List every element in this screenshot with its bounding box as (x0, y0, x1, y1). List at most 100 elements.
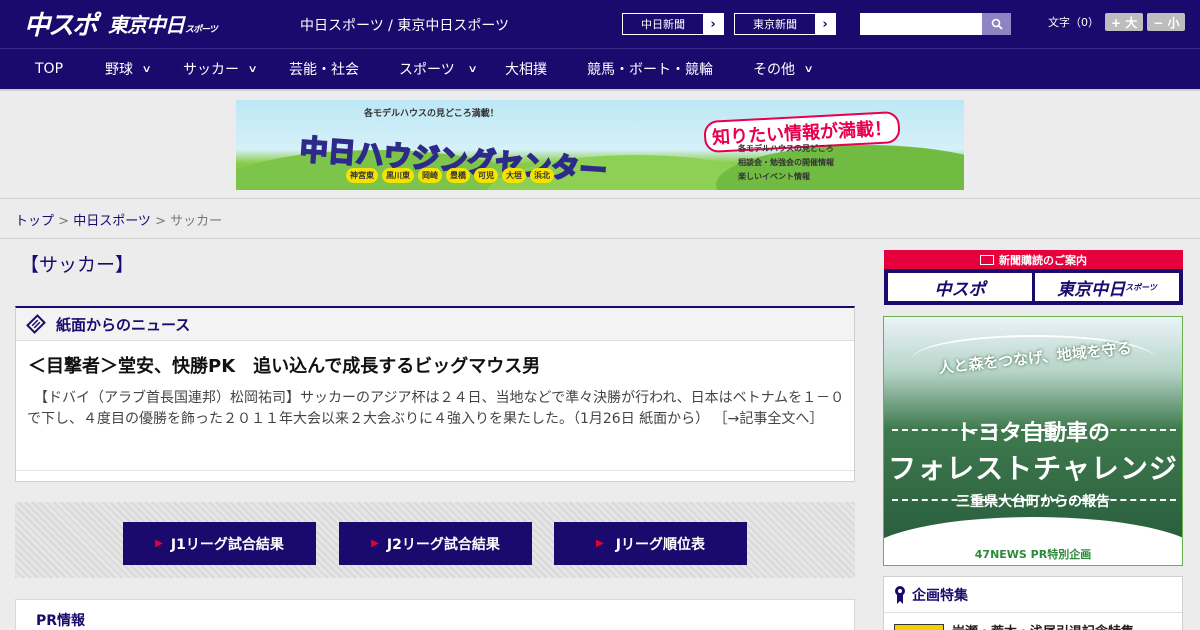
site-logo[interactable]: 中スポ 東京中日スポーツ (24, 8, 218, 41)
nav-label: 競馬・ボート・競輪 (587, 62, 713, 78)
nav-label: 野球 (105, 62, 133, 78)
feature-item-label: 岩瀬・荒木・浅尾引退記念特集 (952, 621, 1134, 630)
news-divider (16, 470, 854, 471)
chevron-right-icon: › (815, 14, 835, 34)
triangle-right-icon: ▶ (371, 538, 379, 549)
article-more-link[interactable]: ［→記事全文へ］ (714, 411, 824, 427)
ad-company: トヨタ自動車の (955, 421, 1110, 446)
ad-headline: フォレストチャレンジ (888, 452, 1178, 485)
breadcrumb-separator: > (150, 214, 171, 229)
feature-title: 企画特集 (912, 587, 968, 604)
chevron-down-icon: ∨ (141, 63, 152, 75)
pr-box: PR情報 (15, 599, 855, 630)
nav-label: 芸能・社会 (289, 62, 359, 78)
ad-report: 三重県大台町からの報告 (956, 494, 1110, 510)
subscription-title: 新聞購読のご案内 (999, 253, 1087, 267)
breadcrumb-divider (0, 238, 1200, 239)
subscribe-chuspo-logo[interactable]: 中スポ (888, 273, 1032, 301)
banner-info: 各モデルハウスの見どころ 相談会・勉強会の開催情報 楽しいイベント情報 (738, 142, 834, 184)
housing-center-ad[interactable]: 各モデルハウスの見どころ満載！ 中日ハウジングセンター 神宮東 黒川東 岡崎 豊… (236, 100, 964, 190)
nav-item-racing[interactable]: 競馬・ボート・競輪 (587, 49, 713, 89)
font-size-label: 文字（0） (1048, 16, 1099, 29)
ribbon-badge-icon (895, 585, 905, 604)
j2-results-label: J2リーグ試合結果 (386, 536, 500, 553)
breadcrumb-chunichi-sports[interactable]: 中日スポーツ (73, 214, 151, 229)
banner-city: 浜北 (530, 168, 554, 183)
subscribe-tokyo-logo[interactable]: 東京中日 スポーツ (1035, 273, 1179, 301)
banner-city: 可児 (474, 168, 498, 183)
tokyo-shimbun-label: 東京新聞 (753, 18, 797, 31)
triangle-right-icon: ▶ (596, 538, 604, 549)
font-smaller-button[interactable]: − 小 (1147, 13, 1186, 31)
breadcrumb: トップ > 中日スポーツ > サッカー (15, 210, 222, 229)
banner-city: 大垣 (502, 168, 526, 183)
nav-item-entertainment[interactable]: 芸能・社会 (289, 49, 359, 89)
banner-city: 豊橋 (446, 168, 470, 183)
chevron-down-icon: ∨ (803, 63, 814, 75)
news-box: 紙面からのニュース ＜目撃者＞堂安、快勝PK 追い込んで成長するビッグマウス男 … (15, 306, 855, 482)
main-nav: TOP 野球 ∨ サッカー ∨ 芸能・社会 スポーツ ∨ 大相撲 競馬・ボート・競輪 … (0, 48, 1200, 89)
banner-info-line: 相談会・勉強会の開催情報 (738, 158, 834, 167)
news-section-header: 紙面からのニュース (16, 308, 854, 341)
chunichi-shimbun-label: 中日新聞 (641, 18, 685, 31)
nav-item-sports[interactable]: スポーツ ∨ (399, 49, 478, 89)
banner-info-line: 楽しいイベント情報 (738, 172, 810, 181)
ticket-icon (980, 254, 994, 265)
page-title: 【サッカー】 (20, 254, 135, 276)
newspaper-icon (26, 314, 46, 334)
feature-item[interactable]: 岩瀬・荒木・浅尾引退記念特集 (894, 621, 1134, 630)
forest-challenge-ad[interactable]: 人と森をつなげ、地域を守る トヨタ自動車の フォレストチャレンジ 三重県大台町か… (883, 316, 1183, 566)
chevron-down-icon: ∨ (247, 63, 258, 75)
chunichi-shimbun-button[interactable]: 中日新聞 › (622, 13, 724, 35)
search-icon (991, 18, 1003, 30)
j1-results-button[interactable]: ▶ J1リーグ試合結果 (123, 522, 316, 565)
article-body: 【ドバイ（アラブ首長国連邦）松岡祐司】サッカーのアジア杯は２４日、当地などで準々… (27, 388, 847, 430)
subscription-box[interactable]: 新聞購読のご案内 中スポ 東京中日 スポーツ (884, 250, 1183, 305)
banner-city: 岡崎 (418, 168, 442, 183)
feature-thumbnail (894, 623, 944, 630)
search-box (860, 13, 1011, 35)
top-header: 中スポ 東京中日スポーツ 中日スポーツ / 東京中日スポーツ 中日新聞 › 東京… (0, 0, 1200, 48)
article-title[interactable]: ＜目撃者＞堂安、快勝PK 追い込んで成長するビッグマウス男 (28, 352, 540, 378)
banner-city: 神宮東 (346, 168, 378, 183)
feature-header: 企画特集 (884, 577, 1182, 613)
banner-info-line: 各モデルハウスの見どころ (738, 144, 834, 153)
nav-label: サッカー (183, 62, 239, 78)
subscription-header: 新聞購読のご案内 (884, 250, 1183, 269)
nav-item-baseball[interactable]: 野球 ∨ (105, 49, 152, 89)
logo-chuspo[interactable]: 中スポ (24, 5, 98, 42)
logo-tokyo-chunichi[interactable]: 東京中日スポーツ (108, 9, 218, 38)
pr-title: PR情報 (36, 613, 86, 629)
nav-item-other[interactable]: その他 ∨ (753, 49, 814, 89)
chevron-right-icon: › (703, 14, 723, 34)
font-bigger-button[interactable]: + 大 (1105, 13, 1144, 31)
nav-item-top[interactable]: TOP (35, 49, 63, 89)
nav-item-soccer[interactable]: サッカー ∨ (183, 49, 258, 89)
ad-footer: 47NEWS PR特別企画 (974, 548, 1092, 561)
banner-subtitle: 各モデルハウスの見どころ満載！ (364, 109, 499, 119)
site-links: 中日スポーツ / 東京中日スポーツ (300, 15, 509, 35)
news-section-title: 紙面からのニュース (56, 315, 191, 334)
site-links-text[interactable]: 中日スポーツ / 東京中日スポーツ (300, 18, 509, 34)
nav-label: 大相撲 (505, 62, 547, 78)
nav-item-sumo[interactable]: 大相撲 (505, 49, 547, 89)
feature-box: 企画特集 岩瀬・荒木・浅尾引退記念特集 (883, 576, 1183, 630)
search-button[interactable] (982, 13, 1011, 35)
tokyo-shimbun-button[interactable]: 東京新聞 › (734, 13, 836, 35)
jleague-links: ▶ J1リーグ試合結果 ▶ J2リーグ試合結果 ▶ Jリーグ順位表 (15, 502, 855, 578)
j1-results-label: J1リーグ試合結果 (170, 536, 284, 553)
chevron-down-icon: ∨ (467, 63, 478, 75)
banner-area: 各モデルハウスの見どころ満載！ 中日ハウジングセンター 神宮東 黒川東 岡崎 豊… (0, 91, 1200, 199)
triangle-right-icon: ▶ (155, 538, 163, 549)
font-size-control: 文字（0） + 大 − 小 (1048, 13, 1186, 31)
nav-label: その他 (753, 62, 795, 78)
nav-label: スポーツ (399, 62, 455, 78)
jleague-standings-button[interactable]: ▶ Jリーグ順位表 (554, 522, 747, 565)
breadcrumb-top[interactable]: トップ (15, 214, 54, 229)
banner-cities: 神宮東 黒川東 岡崎 豊橋 可児 大垣 浜北 (346, 168, 558, 183)
jleague-standings-label: Jリーグ順位表 (615, 536, 705, 553)
search-input[interactable] (860, 13, 982, 35)
breadcrumb-current: サッカー (170, 214, 223, 229)
j2-results-button[interactable]: ▶ J2リーグ試合結果 (339, 522, 532, 565)
breadcrumb-separator: > (54, 214, 74, 229)
